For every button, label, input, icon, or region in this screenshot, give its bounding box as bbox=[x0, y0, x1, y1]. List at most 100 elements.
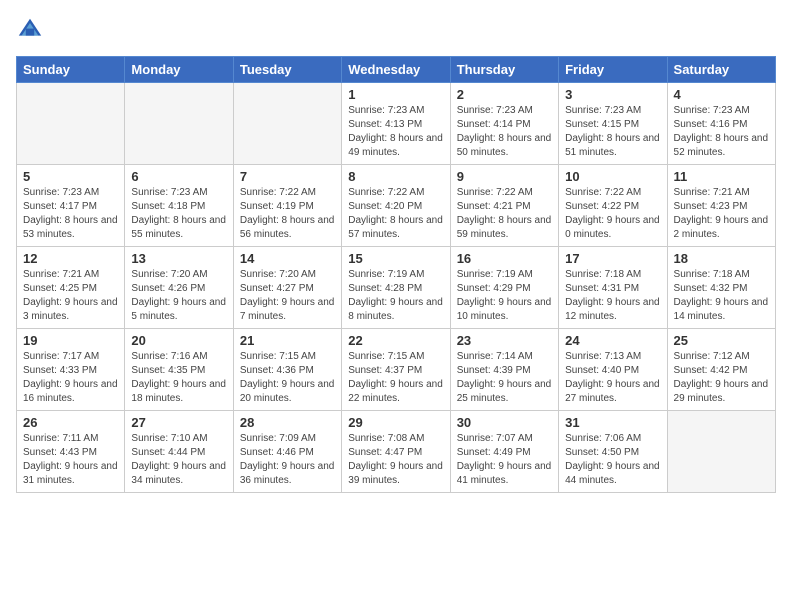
day-info: Sunrise: 7:18 AMSunset: 4:31 PMDaylight:… bbox=[565, 268, 660, 324]
calendar-cell: 5 Sunrise: 7:23 AMSunset: 4:17 PMDaylight… bbox=[17, 165, 125, 247]
header-thursday: Thursday bbox=[450, 57, 558, 83]
day-info: Sunrise: 7:23 AMSunset: 4:16 PMDaylight:… bbox=[674, 104, 769, 160]
calendar-cell: 22 Sunrise: 7:15 AMSunset: 4:37 PMDayligh… bbox=[342, 329, 450, 411]
day-number: 28 bbox=[240, 415, 335, 430]
day-number: 8 bbox=[348, 169, 443, 184]
calendar-cell bbox=[17, 83, 125, 165]
calendar-cell: 14 Sunrise: 7:20 AMSunset: 4:27 PMDayligh… bbox=[233, 247, 341, 329]
day-number: 9 bbox=[457, 169, 552, 184]
calendar-cell: 31 Sunrise: 7:06 AMSunset: 4:50 PMDayligh… bbox=[559, 411, 667, 493]
day-number: 22 bbox=[348, 333, 443, 348]
day-number: 17 bbox=[565, 251, 660, 266]
logo-icon bbox=[16, 16, 44, 44]
logo bbox=[16, 16, 48, 44]
day-number: 10 bbox=[565, 169, 660, 184]
calendar-cell: 8 Sunrise: 7:22 AMSunset: 4:20 PMDaylight… bbox=[342, 165, 450, 247]
calendar-cell bbox=[233, 83, 341, 165]
day-info: Sunrise: 7:06 AMSunset: 4:50 PMDaylight:… bbox=[565, 432, 660, 488]
calendar-cell: 1 Sunrise: 7:23 AMSunset: 4:13 PMDaylight… bbox=[342, 83, 450, 165]
day-info: Sunrise: 7:17 AMSunset: 4:33 PMDaylight:… bbox=[23, 350, 118, 406]
day-number: 11 bbox=[674, 169, 769, 184]
day-info: Sunrise: 7:15 AMSunset: 4:36 PMDaylight:… bbox=[240, 350, 335, 406]
calendar-cell: 27 Sunrise: 7:10 AMSunset: 4:44 PMDayligh… bbox=[125, 411, 233, 493]
day-number: 31 bbox=[565, 415, 660, 430]
calendar-cell: 13Sunrise: 7:20 AMSunset: 4:26 PMDayligh… bbox=[125, 247, 233, 329]
day-info: Sunrise: 7:08 AMSunset: 4:47 PMDaylight:… bbox=[348, 432, 443, 488]
day-number: 13 bbox=[131, 251, 226, 266]
header-monday: Monday bbox=[125, 57, 233, 83]
calendar-week-1: 5 Sunrise: 7:23 AMSunset: 4:17 PMDaylight… bbox=[17, 165, 776, 247]
day-info: Sunrise: 7:22 AMSunset: 4:20 PMDaylight:… bbox=[348, 186, 443, 242]
calendar-cell: 25 Sunrise: 7:12 AMSunset: 4:42 PMDayligh… bbox=[667, 329, 775, 411]
calendar-cell: 24 Sunrise: 7:13 AMSunset: 4:40 PMDayligh… bbox=[559, 329, 667, 411]
day-info: Sunrise: 7:11 AMSunset: 4:43 PMDaylight:… bbox=[23, 432, 118, 488]
calendar-week-3: 19 Sunrise: 7:17 AMSunset: 4:33 PMDayligh… bbox=[17, 329, 776, 411]
page-header bbox=[16, 16, 776, 44]
header-wednesday: Wednesday bbox=[342, 57, 450, 83]
day-info: Sunrise: 7:23 AMSunset: 4:13 PMDaylight:… bbox=[348, 104, 443, 160]
day-info: Sunrise: 7:23 AMSunset: 4:18 PMDaylight:… bbox=[131, 186, 226, 242]
calendar-cell: 12 Sunrise: 7:21 AMSunset: 4:25 PMDayligh… bbox=[17, 247, 125, 329]
calendar-cell: 19 Sunrise: 7:17 AMSunset: 4:33 PMDayligh… bbox=[17, 329, 125, 411]
calendar-cell: 30Sunrise: 7:07 AMSunset: 4:49 PMDayligh… bbox=[450, 411, 558, 493]
day-number: 18 bbox=[674, 251, 769, 266]
day-number: 5 bbox=[23, 169, 118, 184]
calendar-cell: 26Sunrise: 7:11 AMSunset: 4:43 PMDayligh… bbox=[17, 411, 125, 493]
day-info: Sunrise: 7:19 AMSunset: 4:28 PMDaylight:… bbox=[348, 268, 443, 324]
calendar-header-row: SundayMondayTuesdayWednesdayThursdayFrid… bbox=[17, 57, 776, 83]
calendar-cell bbox=[125, 83, 233, 165]
day-info: Sunrise: 7:22 AMSunset: 4:19 PMDaylight:… bbox=[240, 186, 335, 242]
day-number: 4 bbox=[674, 87, 769, 102]
day-number: 15 bbox=[348, 251, 443, 266]
day-info: Sunrise: 7:16 AMSunset: 4:35 PMDaylight:… bbox=[131, 350, 226, 406]
calendar-cell: 21 Sunrise: 7:15 AMSunset: 4:36 PMDayligh… bbox=[233, 329, 341, 411]
calendar-cell: 10 Sunrise: 7:22 AMSunset: 4:22 PMDayligh… bbox=[559, 165, 667, 247]
day-info: Sunrise: 7:10 AMSunset: 4:44 PMDaylight:… bbox=[131, 432, 226, 488]
day-info: Sunrise: 7:23 AMSunset: 4:14 PMDaylight:… bbox=[457, 104, 552, 160]
day-number: 23 bbox=[457, 333, 552, 348]
calendar-cell: 15 Sunrise: 7:19 AMSunset: 4:28 PMDayligh… bbox=[342, 247, 450, 329]
day-number: 14 bbox=[240, 251, 335, 266]
day-number: 2 bbox=[457, 87, 552, 102]
calendar-cell: 28 Sunrise: 7:09 AMSunset: 4:46 PMDayligh… bbox=[233, 411, 341, 493]
calendar-cell: 3Sunrise: 7:23 AMSunset: 4:15 PMDaylight… bbox=[559, 83, 667, 165]
day-info: Sunrise: 7:21 AMSunset: 4:25 PMDaylight:… bbox=[23, 268, 118, 324]
day-number: 16 bbox=[457, 251, 552, 266]
day-number: 29 bbox=[348, 415, 443, 430]
header-sunday: Sunday bbox=[17, 57, 125, 83]
header-friday: Friday bbox=[559, 57, 667, 83]
day-info: Sunrise: 7:22 AMSunset: 4:22 PMDaylight:… bbox=[565, 186, 660, 242]
calendar-table: SundayMondayTuesdayWednesdayThursdayFrid… bbox=[16, 56, 776, 493]
day-info: Sunrise: 7:07 AMSunset: 4:49 PMDaylight:… bbox=[457, 432, 552, 488]
day-number: 24 bbox=[565, 333, 660, 348]
calendar-cell: 6 Sunrise: 7:23 AMSunset: 4:18 PMDaylight… bbox=[125, 165, 233, 247]
day-number: 25 bbox=[674, 333, 769, 348]
day-number: 19 bbox=[23, 333, 118, 348]
day-number: 7 bbox=[240, 169, 335, 184]
header-tuesday: Tuesday bbox=[233, 57, 341, 83]
day-info: Sunrise: 7:22 AMSunset: 4:21 PMDaylight:… bbox=[457, 186, 552, 242]
calendar-cell: 16Sunrise: 7:19 AMSunset: 4:29 PMDayligh… bbox=[450, 247, 558, 329]
day-info: Sunrise: 7:14 AMSunset: 4:39 PMDaylight:… bbox=[457, 350, 552, 406]
day-number: 12 bbox=[23, 251, 118, 266]
day-info: Sunrise: 7:23 AMSunset: 4:17 PMDaylight:… bbox=[23, 186, 118, 242]
calendar-cell: 7 Sunrise: 7:22 AMSunset: 4:19 PMDaylight… bbox=[233, 165, 341, 247]
day-number: 1 bbox=[348, 87, 443, 102]
calendar-cell: 18Sunrise: 7:18 AMSunset: 4:32 PMDayligh… bbox=[667, 247, 775, 329]
day-info: Sunrise: 7:09 AMSunset: 4:46 PMDaylight:… bbox=[240, 432, 335, 488]
day-info: Sunrise: 7:13 AMSunset: 4:40 PMDaylight:… bbox=[565, 350, 660, 406]
calendar-cell: 11Sunrise: 7:21 AMSunset: 4:23 PMDayligh… bbox=[667, 165, 775, 247]
day-info: Sunrise: 7:15 AMSunset: 4:37 PMDaylight:… bbox=[348, 350, 443, 406]
day-number: 6 bbox=[131, 169, 226, 184]
calendar-cell: 29 Sunrise: 7:08 AMSunset: 4:47 PMDayligh… bbox=[342, 411, 450, 493]
header-saturday: Saturday bbox=[667, 57, 775, 83]
day-number: 27 bbox=[131, 415, 226, 430]
day-info: Sunrise: 7:23 AMSunset: 4:15 PMDaylight:… bbox=[565, 104, 660, 160]
day-info: Sunrise: 7:20 AMSunset: 4:27 PMDaylight:… bbox=[240, 268, 335, 324]
calendar-week-2: 12 Sunrise: 7:21 AMSunset: 4:25 PMDayligh… bbox=[17, 247, 776, 329]
day-info: Sunrise: 7:12 AMSunset: 4:42 PMDaylight:… bbox=[674, 350, 769, 406]
calendar-cell bbox=[667, 411, 775, 493]
day-number: 21 bbox=[240, 333, 335, 348]
day-number: 20 bbox=[131, 333, 226, 348]
calendar-cell: 2 Sunrise: 7:23 AMSunset: 4:14 PMDaylight… bbox=[450, 83, 558, 165]
